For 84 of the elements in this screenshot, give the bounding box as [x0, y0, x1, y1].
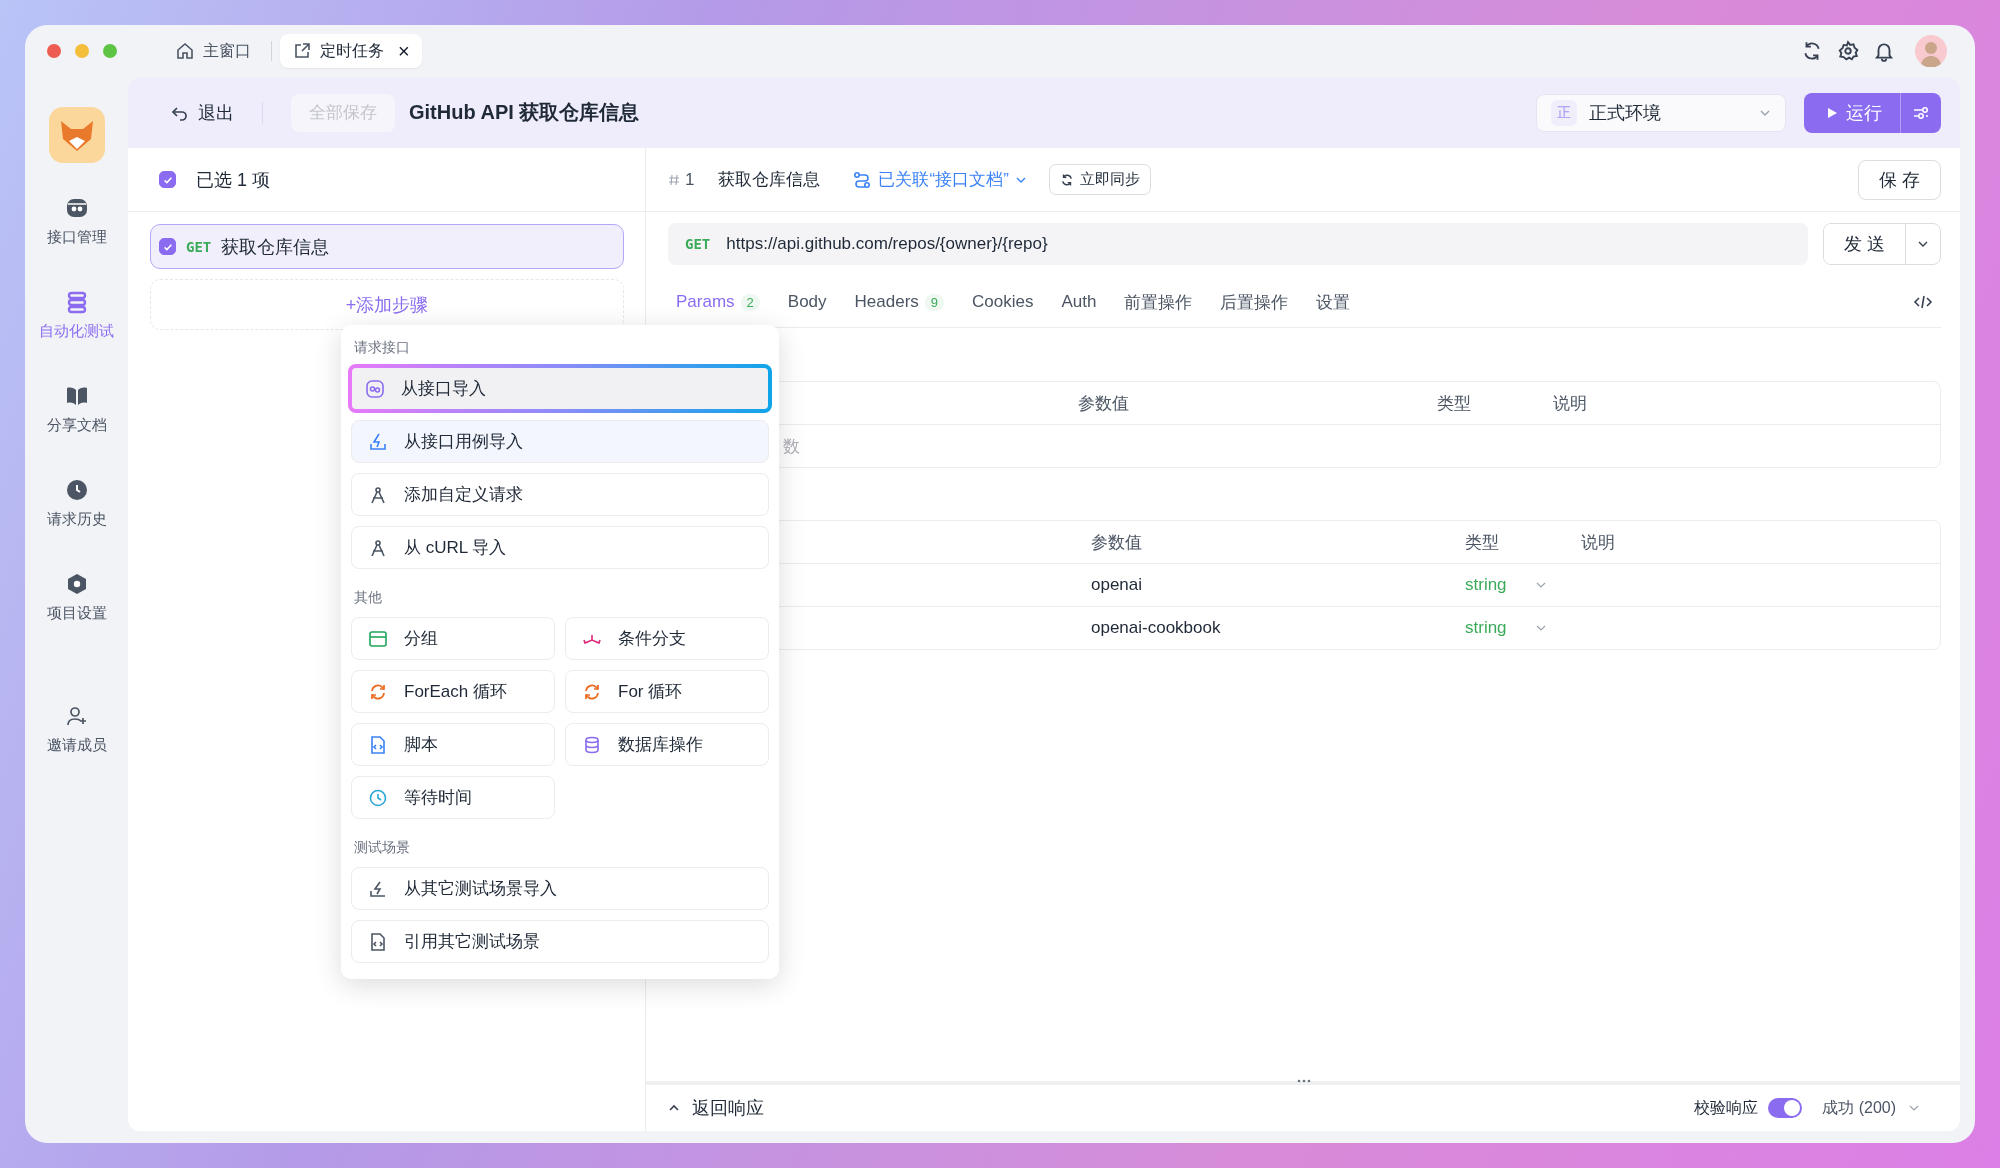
sidebar-item[interactable]: 分享文档	[46, 384, 107, 435]
menu-item[interactable]: 引用其它测试场景	[351, 920, 769, 963]
column-header: 参数值	[1091, 531, 1143, 554]
request-tab[interactable]: 设置	[1316, 290, 1351, 314]
checkbox[interactable]	[159, 171, 176, 188]
table-cell-text: openai	[1091, 575, 1144, 595]
external-link-icon	[292, 41, 312, 61]
menu-section-title: 请求接口	[353, 338, 411, 357]
sidebar-item[interactable]: 自动化测试	[39, 290, 114, 341]
send-button[interactable]: 发 送	[1824, 224, 1906, 264]
menu-item[interactable]: 添加自定义请求	[351, 473, 769, 516]
url-field[interactable]: GET https://api.github.com/repos/{owner}/{repo}	[668, 223, 1808, 265]
request-name: 获取仓库信息	[718, 169, 821, 191]
user-add-icon	[64, 704, 89, 728]
clock-icon	[368, 787, 388, 808]
database-icon	[582, 734, 602, 755]
lightning-tray-icon	[368, 431, 388, 452]
sync-button[interactable]: 立即同步	[1048, 164, 1151, 195]
sidebar-item[interactable]: 接口管理	[46, 196, 107, 247]
linked-doc-link[interactable]: 已关联“接口文档”	[852, 168, 1027, 191]
sidebar-item[interactable]: 请求历史	[46, 478, 107, 529]
method-label: GET	[186, 238, 212, 255]
menu-item[interactable]: 从接口用例导入	[351, 420, 769, 463]
selection-count: 已选 1 项	[196, 168, 270, 192]
panel-icon	[368, 628, 388, 649]
home-icon	[175, 41, 195, 61]
clock-icon	[64, 478, 89, 502]
app-logo	[48, 107, 105, 163]
window-tab[interactable]: 定时任务 ×	[280, 34, 422, 68]
menu-item[interactable]: 数据库操作	[565, 723, 769, 766]
response-toggle[interactable]: 返回响应	[668, 1096, 764, 1120]
scenario-title: GitHub API 获取仓库信息	[409, 100, 640, 125]
request-tab[interactable]: Params 2	[676, 292, 760, 312]
environment-select[interactable]: 正 正式环境	[1536, 93, 1786, 132]
compass-icon	[368, 537, 388, 558]
sidebar-item[interactable]: 项目设置	[46, 572, 107, 623]
maximize-window-button[interactable]	[103, 44, 117, 58]
play-icon	[1826, 106, 1838, 119]
empty-row-text: 数	[783, 435, 801, 458]
column-header: 类型	[1465, 531, 1500, 554]
request-tab[interactable]: Auth	[1061, 292, 1097, 312]
column-header: 类型	[1437, 392, 1472, 415]
column-header: 说明	[1553, 392, 1588, 415]
hash-icon	[668, 173, 680, 186]
menu-item[interactable]: 分组	[351, 617, 555, 660]
add-step-button[interactable]: +添加步骤	[345, 292, 429, 317]
column-header: 参数值	[1078, 392, 1130, 415]
drag-handle-icon[interactable]	[1297, 1079, 1311, 1083]
menu-item[interactable]: 脚本	[351, 723, 555, 766]
menu-item[interactable]: 从其它测试场景导入	[351, 867, 769, 910]
exit-button[interactable]: 退出	[170, 100, 234, 125]
close-window-button[interactable]	[47, 44, 61, 58]
menu-item[interactable]: For 循环	[565, 670, 769, 713]
step-number: 1	[685, 169, 695, 190]
menu-section-title: 测试场景	[353, 838, 411, 857]
menu-item[interactable]: 从 cURL 导入	[351, 526, 769, 569]
settings-icon[interactable]	[1837, 40, 1859, 62]
code-file-icon	[368, 734, 388, 755]
checkbox[interactable]	[159, 238, 176, 255]
sidebar-item[interactable]: 邀请成员	[46, 704, 107, 755]
validate-toggle[interactable]	[1768, 1098, 1803, 1118]
status-select[interactable]: 成功 (200)	[1822, 1097, 1920, 1119]
request-tab[interactable]: Body	[787, 292, 827, 312]
close-tab-button[interactable]: ×	[398, 39, 410, 63]
link-nodes-icon	[852, 169, 873, 190]
step-name: 获取仓库信息	[221, 235, 330, 259]
table-cell-text: openai-cookbook	[1091, 618, 1222, 638]
refresh-icon	[1059, 172, 1074, 187]
compass-icon	[368, 484, 388, 505]
window-tab[interactable]: 主窗口	[163, 34, 263, 68]
request-tab[interactable]: Headers 9	[854, 292, 945, 312]
linked-file-icon	[368, 931, 388, 952]
request-tab[interactable]: 后置操作	[1220, 290, 1289, 314]
request-tab[interactable]: Cookies	[972, 292, 1034, 312]
step-item[interactable]: GET 获取仓库信息	[150, 224, 624, 269]
save-button[interactable]: 保 存	[1858, 159, 1941, 200]
request-tab[interactable]: 前置操作	[1124, 290, 1193, 314]
menu-item[interactable]: ForEach 循环	[351, 670, 555, 713]
menu-item[interactable]: 条件分支	[565, 617, 769, 660]
user-avatar[interactable]	[1915, 35, 1947, 67]
menu-item[interactable]: 等待时间	[351, 776, 555, 819]
menu-section-title: 其他	[353, 588, 383, 607]
validate-label: 校验响应	[1694, 1097, 1759, 1118]
column-header: 说明	[1581, 531, 1616, 554]
